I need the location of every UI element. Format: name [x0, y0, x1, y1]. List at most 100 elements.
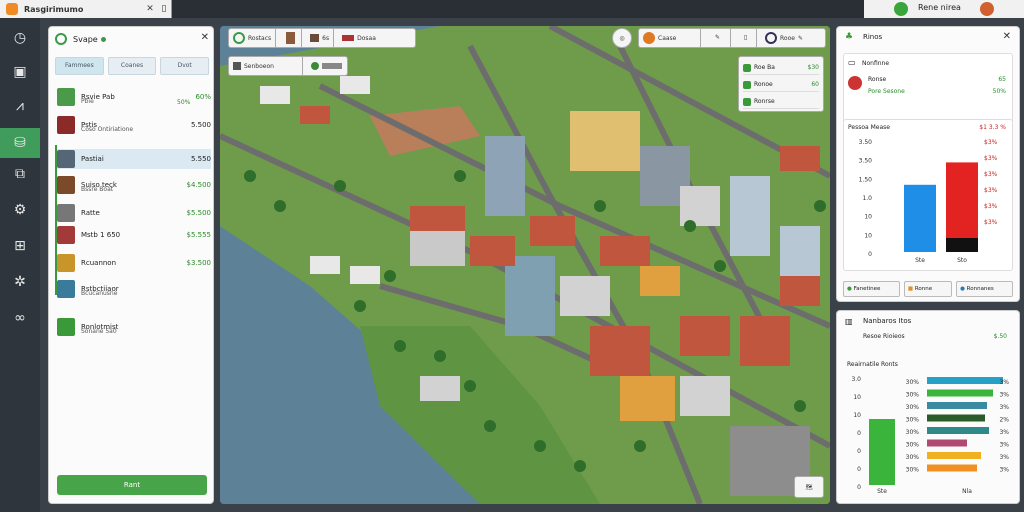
toolbar-item-0[interactable]: Rostacs [229, 29, 277, 47]
item-value: 5.500 [190, 121, 211, 129]
chart-icon[interactable]: ⩘ [10, 96, 30, 116]
mid-label: 30% [906, 379, 920, 386]
right-label: 3% [999, 442, 1009, 449]
network-icon[interactable]: ✲ [10, 272, 30, 292]
clock-icon[interactable]: ◷ [10, 28, 30, 48]
hbar [927, 377, 1003, 384]
ronne-button[interactable]: ■ Ronne [903, 281, 953, 297]
item-sub: Coso Ontiriatione [81, 126, 134, 133]
close-tab-icon[interactable]: ✕ [143, 4, 157, 14]
btn-label-1: Ronne [914, 286, 933, 292]
item-name: Ratte [81, 209, 100, 217]
chart1-card: Pessoa Mease $1 3.3 % 3.50 3.50 1.50 1.0 10 1… [843, 119, 1013, 271]
group-divider [55, 145, 57, 295]
sub-item-1[interactable] [307, 57, 346, 75]
info-label: Ronoe [754, 81, 773, 88]
city-map[interactable]: Rostacs 6s Dosaa Senboeon ◎ Caase ✎ ▯ Ro… [220, 26, 830, 504]
right-label: 3% [999, 429, 1009, 436]
toolbar-item-3[interactable]: Dosaa [338, 29, 380, 47]
finance-panel: ♣ Rinos ✕ ▭ Nonfinne Ronse 65 Pore Seson… [836, 26, 1020, 302]
build-panel: Svape ✕ Fammees Coanes Dvot Rsvie Pab Pbi… [48, 26, 214, 504]
list-item[interactable]: Rcuannon $3.500 [57, 253, 211, 273]
reports-sub: Resoe Rioieos [863, 333, 905, 340]
panel-tabs: Fammees Coanes Dvot [55, 57, 210, 75]
person-tool[interactable] [280, 29, 303, 47]
status-icon[interactable] [894, 2, 908, 16]
people-icon [311, 62, 319, 70]
info-row[interactable]: Ronrse [743, 95, 819, 109]
pen-icon: ✎ [714, 34, 721, 41]
list-item[interactable]: Suiso teck Bssre Boat $4.500 [57, 175, 211, 195]
right-label: 3% [999, 392, 1009, 399]
sub-item-0[interactable]: Senboeon [229, 57, 303, 75]
link-icon[interactable]: ∞ [10, 308, 30, 328]
item-sub: Pbie [81, 98, 94, 105]
square-icon: ■ [907, 286, 914, 292]
building-icon [57, 280, 75, 298]
y-tick-label: 1.0 [862, 195, 872, 202]
building-icon [57, 150, 75, 168]
right-label: $3% [984, 203, 998, 210]
globe-icon [765, 32, 777, 44]
tab-coanes[interactable]: Coanes [107, 57, 157, 75]
building-icon [57, 88, 75, 106]
finance-title: Rinos [863, 33, 883, 41]
info-label: Roe Ba [754, 64, 775, 71]
list-item[interactable]: Ronlotmist Sonane 5a0 [57, 317, 211, 337]
bar-base [946, 238, 978, 252]
tab-dvot[interactable]: Dvot [160, 57, 210, 75]
page-icon: ▯ [743, 34, 748, 41]
edit-tool[interactable]: ✎ [705, 29, 731, 47]
buildings-icon[interactable]: ⛁ [0, 128, 40, 158]
pencil-icon [233, 62, 241, 70]
list-item[interactable]: Ratte $5.500 [57, 203, 211, 223]
list-item[interactable]: Pastiai 5.550 [57, 149, 211, 169]
rant-button[interactable]: Rant [57, 475, 207, 495]
y-tick-label: 3.0 [851, 376, 861, 383]
right-item-1[interactable]: Caase [639, 29, 701, 47]
right-item-4[interactable]: Rooe ✎ [761, 29, 807, 47]
toolbar-item-2[interactable]: 6s [306, 29, 335, 47]
page-tool[interactable]: ▯ [735, 29, 757, 47]
avatar[interactable] [980, 2, 994, 16]
item-name: Rsvie Pab [81, 93, 115, 101]
compass-button[interactable]: ◎ [612, 28, 632, 48]
info-row[interactable]: Ronoe 60 [743, 78, 819, 92]
right-label: $3% [984, 155, 998, 162]
building-icon [57, 204, 75, 222]
map-toolbar-left: Rostacs 6s Dosaa [228, 28, 416, 48]
app-tab[interactable]: Rasgirimumo ✕ ▯ [0, 0, 172, 18]
building-icon [57, 226, 75, 244]
y-tick-label: 0 [857, 466, 861, 473]
settings-icon[interactable]: ⚙ [10, 200, 30, 220]
list-item[interactable]: Pstis Coso Ontiriatione 5.500 [57, 115, 211, 135]
reports-title: Nanbaros Itos [863, 317, 912, 325]
item-sub: Bssre Boat [81, 186, 114, 193]
stack-icon[interactable]: ⧉ [10, 164, 30, 184]
grid-icon[interactable]: ⊞ [10, 236, 30, 256]
item-value: $5.555 [186, 231, 212, 239]
book-icon[interactable]: ▣ [10, 62, 30, 82]
user-name[interactable]: Rene nirea [918, 3, 961, 12]
building-icon [57, 318, 75, 336]
list-item[interactable]: Rstbctiiaor Bcucanusne [57, 279, 211, 299]
close-panel-icon[interactable]: ✕ [201, 32, 209, 43]
fire-icon [643, 32, 655, 44]
close-finance-icon[interactable]: ✕ [1003, 31, 1011, 42]
right-label: 3% [999, 379, 1009, 386]
right-label: 3% [999, 467, 1009, 474]
info-row[interactable]: Roe Ba $30 [743, 61, 819, 75]
chart-icon: ▥ [845, 317, 853, 326]
y-tick-label: 0 [857, 448, 861, 455]
building-icon [57, 176, 75, 194]
ronnanes-button[interactable]: ● Ronnanes [956, 281, 1013, 297]
minimap-button[interactable]: 🗺 [794, 476, 824, 498]
top-bar: Rasgirimumo ✕ ▯ Rene nirea [0, 0, 1024, 18]
list-item[interactable]: Mstb 1 650 $5.555 [57, 225, 211, 245]
document-icon[interactable]: ▯ [157, 4, 171, 14]
list-item[interactable]: Rsvie Pab Pbie 60% 50% [57, 87, 211, 107]
item-name: Pastiai [81, 155, 104, 163]
tab-fammees[interactable]: Fammees [55, 57, 104, 75]
fanetinee-button[interactable]: ● Fanetinee [843, 281, 900, 297]
item-row-value-1: 50% [992, 88, 1006, 95]
